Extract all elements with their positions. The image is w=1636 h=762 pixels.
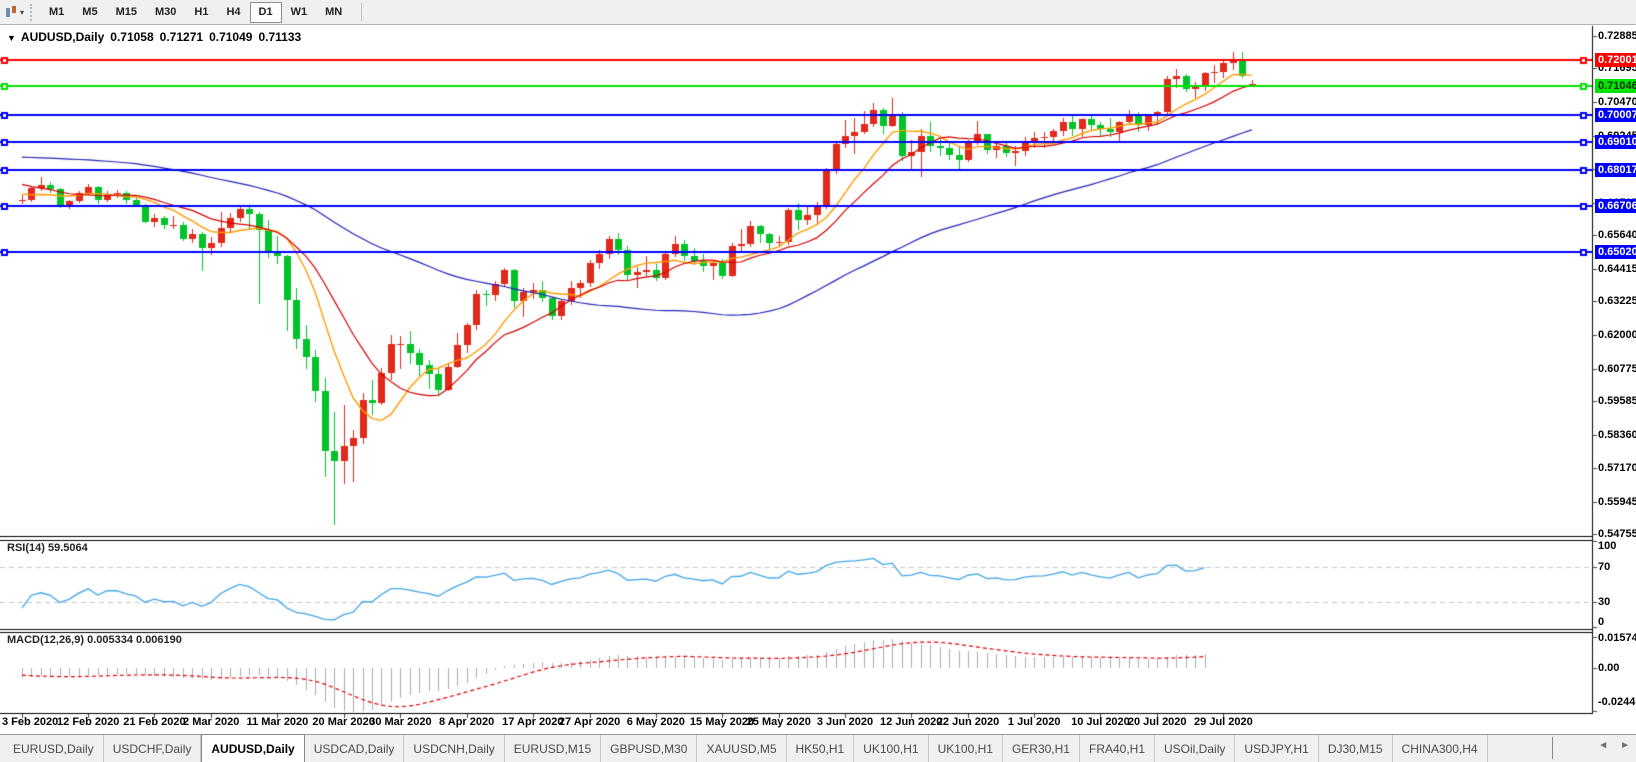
ohlc-high: 0.71271 <box>160 30 203 44</box>
rsi-axis-label: 70 <box>1598 560 1610 574</box>
timeframe-button-M5[interactable]: M5 <box>73 2 106 23</box>
trading-platform-window: ▾ M1M5M15M30H1H4D1W1MN ▼ AUDUSD,Daily 0.71… <box>0 0 1636 762</box>
chart-tab-GER30-H1[interactable]: GER30,H1 <box>1003 735 1080 762</box>
price-tick-label: 0.57170 <box>1598 461 1636 475</box>
tab-bar-separator <box>1552 737 1553 759</box>
timeframe-button-H1[interactable]: H1 <box>185 2 217 23</box>
rsi-indicator-label: RSI(14) 59.5064 <box>7 542 88 554</box>
chart-tab-UK100-H1[interactable]: UK100,H1 <box>929 735 1003 762</box>
collapse-triangle-icon[interactable]: ▼ <box>7 33 16 43</box>
date-tick-label: 22 Jun 2020 <box>937 716 999 728</box>
price-tick-label: 0.65640 <box>1598 228 1636 242</box>
tab-scroll-left-button[interactable]: ◄ <box>1598 740 1608 751</box>
date-tick-label: 25 May 2020 <box>747 716 811 728</box>
ohlc-low: 0.71049 <box>209 30 252 44</box>
macd-axis-label: 0.00 <box>1598 661 1619 675</box>
chart-tab-bar: EURUSD,DailyUSDCHF,DailyAUDUSD,DailyUSDC… <box>0 734 1636 762</box>
macd-axis-label: 0.015741 <box>1598 631 1636 645</box>
timeframe-button-H4[interactable]: H4 <box>217 2 249 23</box>
date-tick-label: 12 Jun 2020 <box>880 716 942 728</box>
date-tick-label: 10 Jul 2020 <box>1071 716 1130 728</box>
chart-tab-AUDUSD-Daily[interactable]: AUDUSD,Daily <box>201 734 304 762</box>
date-tick-label: 21 Feb 2020 <box>123 716 185 728</box>
rsi-axis-label: 100 <box>1598 539 1616 553</box>
price-tick-label: 0.64415 <box>1598 262 1636 276</box>
chart-tab-CHINA300-H4[interactable]: CHINA300,H4 <box>1393 735 1488 762</box>
price-level-tag: 0.65020 <box>1595 245 1636 259</box>
date-tick-label: 1 Jul 2020 <box>1008 716 1061 728</box>
chart-tab-XAUUSD-M5[interactable]: XAUUSD,M5 <box>697 735 786 762</box>
price-tick-label: 0.70470 <box>1598 95 1636 109</box>
price-tick-label: 0.60775 <box>1598 362 1636 376</box>
price-tick-label: 0.55945 <box>1598 495 1636 509</box>
date-tick-label: 15 May 2020 <box>690 716 754 728</box>
price-level-tag: 0.68017 <box>1595 163 1636 177</box>
date-tick-label: 27 Apr 2020 <box>559 716 620 728</box>
timeframe-button-M30[interactable]: M30 <box>146 2 185 23</box>
ohlc-open: 0.71058 <box>110 30 153 44</box>
chart-tab-USDCAD-Daily[interactable]: USDCAD,Daily <box>305 735 405 762</box>
price-tick-label: 0.62000 <box>1598 328 1636 342</box>
chart-tab-USDJPY-H1[interactable]: USDJPY,H1 <box>1235 735 1318 762</box>
date-tick-label: 3 Jun 2020 <box>817 716 873 728</box>
price-level-tag: 0.72001 <box>1595 53 1636 67</box>
chart-tab-FRA40-H1[interactable]: FRA40,H1 <box>1080 735 1155 762</box>
rsi-axis-label: 30 <box>1598 595 1610 609</box>
toolbar-grip[interactable] <box>30 4 35 21</box>
timeframe-buttons: M1M5M15M30H1H4D1W1MN <box>40 2 351 23</box>
timeframe-button-D1[interactable]: D1 <box>250 2 282 23</box>
chart-tab-HK50-H1[interactable]: HK50,H1 <box>787 735 855 762</box>
price-level-tag: 0.70007 <box>1595 108 1636 122</box>
chart-tab-USOil-Daily[interactable]: USOil,Daily <box>1155 735 1235 762</box>
price-tick-label: 0.63225 <box>1598 294 1636 308</box>
timeframe-button-MN[interactable]: MN <box>316 2 351 23</box>
timeframe-toolbar: ▾ M1M5M15M30H1H4D1W1MN <box>0 0 1636 25</box>
toolbar-separator <box>361 3 362 21</box>
timeframe-button-M1[interactable]: M1 <box>40 2 73 23</box>
chart-tab-DJ30-M15[interactable]: DJ30,M15 <box>1319 735 1393 762</box>
chart-canvas[interactable] <box>0 0 1636 762</box>
price-tick-label: 0.72885 <box>1598 29 1636 43</box>
price-level-tag: 0.66706 <box>1595 199 1636 213</box>
date-tick-label: 2 Mar 2020 <box>183 716 239 728</box>
macd-indicator-label: MACD(12,26,9) 0.005334 0.006190 <box>7 634 182 646</box>
date-tick-label: 29 Jul 2020 <box>1194 716 1253 728</box>
chevron-down-icon[interactable]: ▾ <box>20 8 24 17</box>
price-tick-label: 0.58360 <box>1598 428 1636 442</box>
date-tick-label: 20 Mar 2020 <box>312 716 374 728</box>
date-tick-label: 17 Apr 2020 <box>502 716 563 728</box>
date-tick-label: 30 Mar 2020 <box>369 716 431 728</box>
date-tick-label: 20 Jul 2020 <box>1128 716 1187 728</box>
price-level-tag: 0.69010 <box>1595 135 1636 149</box>
date-tick-label: 8 Apr 2020 <box>439 716 494 728</box>
price-level-tag: 0.71046 <box>1595 79 1636 93</box>
date-tick-label: 3 Feb 2020 <box>2 716 58 728</box>
ohlc-close: 0.71133 <box>258 30 301 44</box>
chart-tab-GBPUSD-M30[interactable]: GBPUSD,M30 <box>601 735 697 762</box>
date-tick-label: 11 Mar 2020 <box>247 716 309 728</box>
price-tick-label: 0.59585 <box>1598 394 1636 408</box>
chart-title: ▼ AUDUSD,Daily 0.71058 0.71271 0.71049 0.7113… <box>7 30 307 44</box>
tab-scroll-arrows: ◄ ► <box>1598 740 1630 751</box>
symbol-label: AUDUSD,Daily <box>21 30 104 44</box>
date-tick-label: 6 May 2020 <box>627 716 685 728</box>
rsi-axis-label: 0 <box>1598 615 1604 629</box>
date-tick-label: 12 Feb 2020 <box>57 716 119 728</box>
chart-tab-EURUSD-M15[interactable]: EURUSD,M15 <box>505 735 601 762</box>
macd-axis-label: -0.02441 <box>1598 695 1636 709</box>
chart-tab-USDCHF-Daily[interactable]: USDCHF,Daily <box>104 735 202 762</box>
chart-tab-USDCNH-Daily[interactable]: USDCNH,Daily <box>404 735 504 762</box>
chart-tab-UK100-H1[interactable]: UK100,H1 <box>854 735 928 762</box>
timeframe-button-W1[interactable]: W1 <box>282 2 317 23</box>
drawing-tool-icon[interactable] <box>4 5 18 19</box>
chart-tab-EURUSD-Daily[interactable]: EURUSD,Daily <box>4 735 104 762</box>
tab-scroll-right-button[interactable]: ► <box>1620 740 1630 751</box>
timeframe-button-M15[interactable]: M15 <box>107 2 146 23</box>
